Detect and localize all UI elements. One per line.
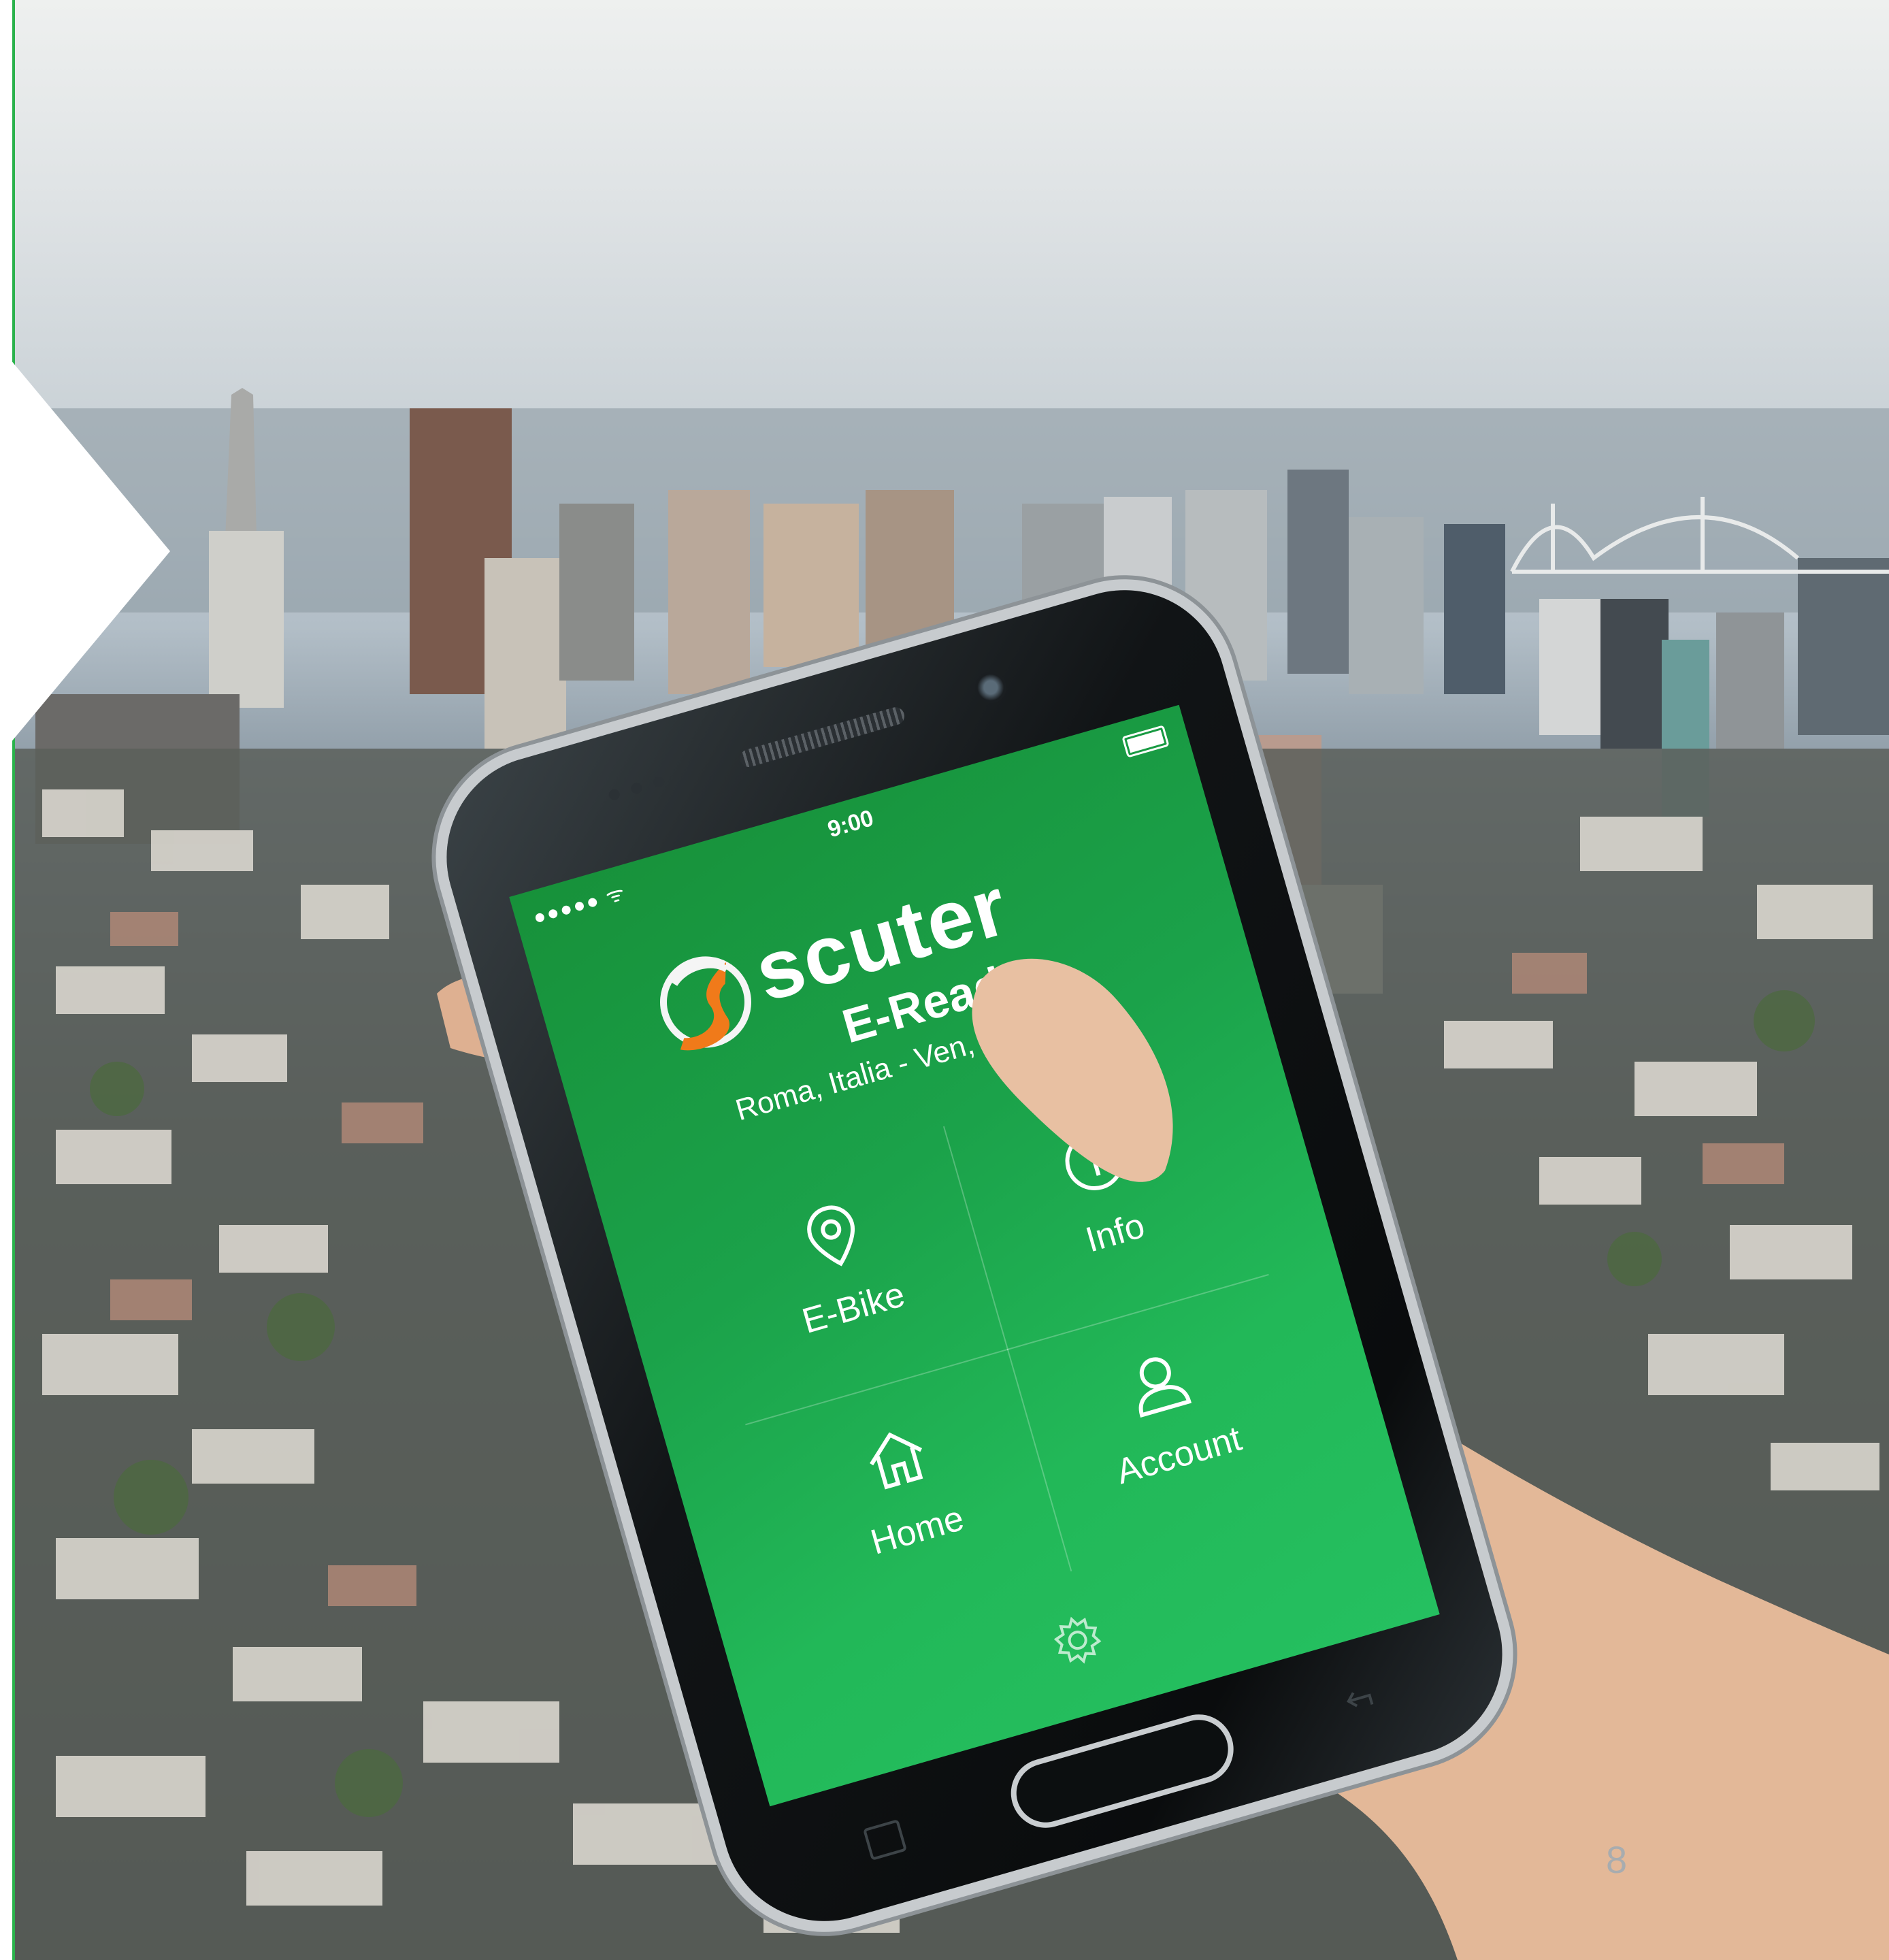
thumb-image <box>972 958 1173 1182</box>
left-accent-line <box>12 0 15 1960</box>
city-background: ●●●●● ᯤ 9:00 scuter E-Ready Roma, Italia… <box>15 0 1889 1960</box>
page-number: 8 <box>1606 1838 1628 1881</box>
white-arrow-shape <box>0 347 170 755</box>
